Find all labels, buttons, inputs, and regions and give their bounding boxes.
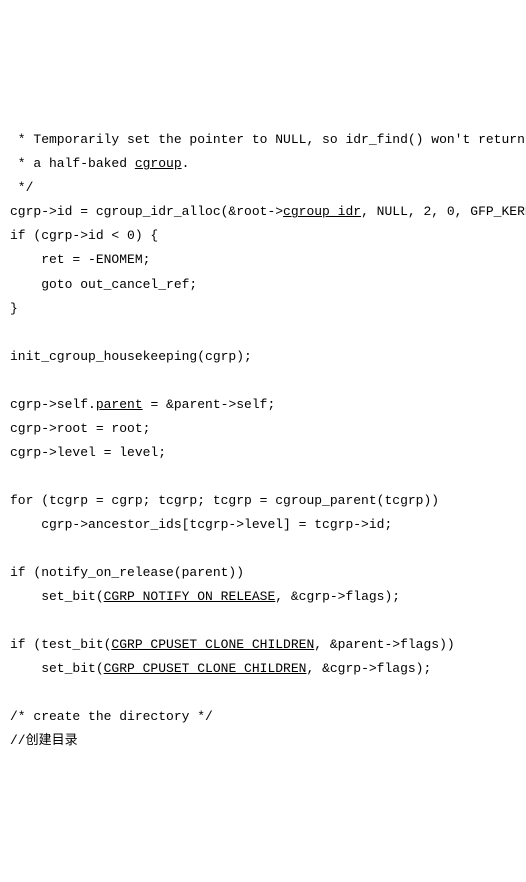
- code-line: cgrp->ancestor_ids[tcgrp->level] = tcgrp…: [10, 517, 392, 532]
- code-line: }: [10, 301, 18, 316]
- code-line: */: [10, 180, 33, 195]
- code-line: cgrp->root = root;: [10, 421, 150, 436]
- underlined-text: cgroup_idr: [283, 204, 361, 219]
- underlined-text: CGRP_CPUSET_CLONE_CHILDREN: [111, 637, 314, 652]
- underlined-text: parent: [96, 397, 143, 412]
- code-line: //创建目录: [10, 733, 78, 748]
- underlined-text: CGRP_CPUSET_CLONE_CHILDREN: [104, 661, 307, 676]
- code-line: * Temporarily set the pointer to NULL, s…: [10, 132, 525, 147]
- code-line: * a half-baked cgroup.: [10, 156, 189, 171]
- code-line: goto out_cancel_ref;: [10, 277, 197, 292]
- code-line: init_cgroup_housekeeping(cgrp);: [10, 349, 252, 364]
- code-block: * Temporarily set the pointer to NULL, s…: [10, 104, 516, 753]
- code-line: ret = -ENOMEM;: [10, 252, 150, 267]
- underlined-text: cgroup: [135, 156, 182, 171]
- code-line: if (notify_on_release(parent)): [10, 565, 244, 580]
- code-line: set_bit(CGRP_NOTIFY_ON_RELEASE, &cgrp->f…: [10, 589, 400, 604]
- code-line: cgrp->id = cgroup_idr_alloc(&root->cgrou…: [10, 204, 526, 219]
- code-line: set_bit(CGRP_CPUSET_CLONE_CHILDREN, &cgr…: [10, 661, 431, 676]
- code-line: cgrp->self.parent = &parent->self;: [10, 397, 275, 412]
- code-line: /* create the directory */: [10, 709, 213, 724]
- code-line: if (test_bit(CGRP_CPUSET_CLONE_CHILDREN,…: [10, 637, 455, 652]
- code-line: for (tcgrp = cgrp; tcgrp; tcgrp = cgroup…: [10, 493, 439, 508]
- code-line: cgrp->level = level;: [10, 445, 166, 460]
- underlined-text: CGRP_NOTIFY_ON_RELEASE: [104, 589, 276, 604]
- code-line: if (cgrp->id < 0) {: [10, 228, 158, 243]
